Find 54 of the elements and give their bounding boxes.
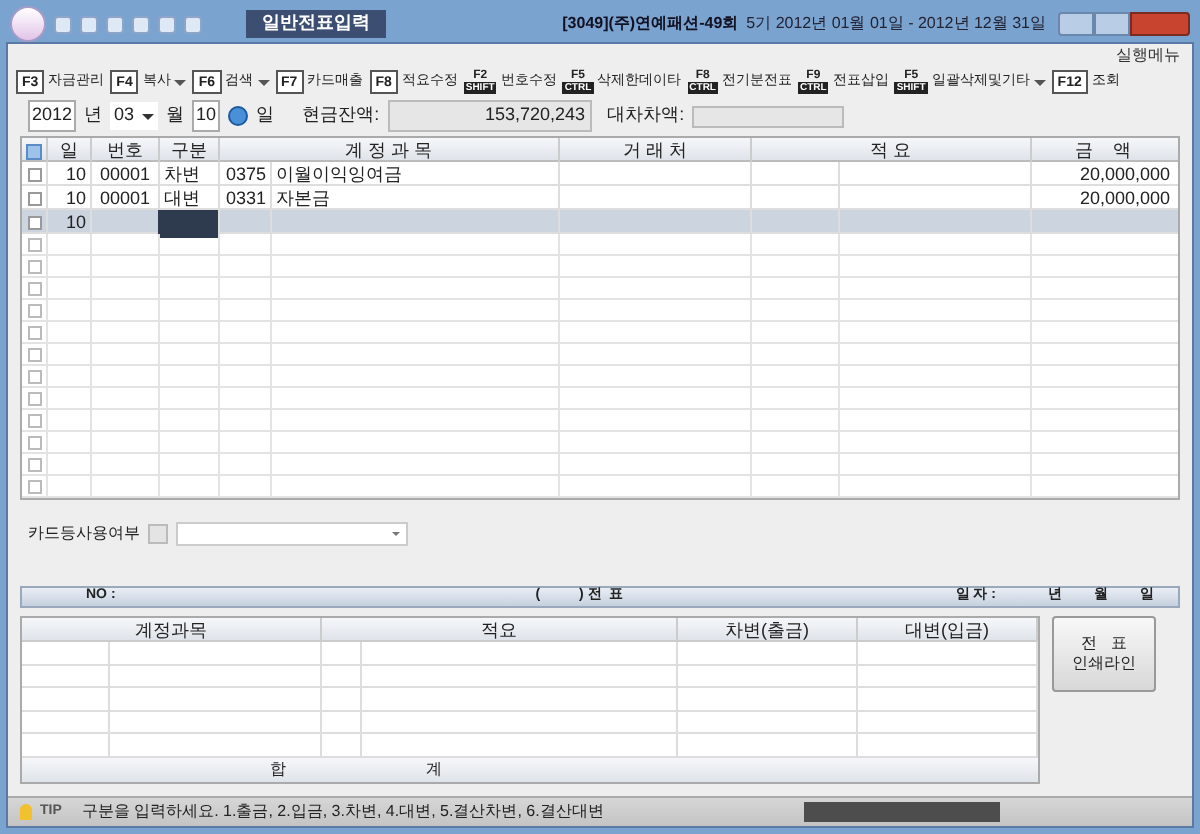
row-checkbox[interactable]	[27, 216, 41, 231]
row-checkbox[interactable]	[27, 435, 41, 449]
row-checkbox[interactable]	[27, 192, 41, 207]
row-checkbox[interactable]	[27, 281, 41, 295]
column-header: 차변(출금)	[678, 618, 858, 645]
card-usage-label: 카드등사용여부	[28, 522, 140, 546]
total-label: 합	[270, 757, 286, 782]
year-field[interactable]: 2012	[28, 100, 77, 132]
column-header: 계정과목	[22, 618, 322, 645]
table-row[interactable]: 10 00001 대변 0331 자본금 20,000,000	[22, 186, 1178, 210]
menu-link[interactable]: 실행메뉴	[1116, 43, 1180, 67]
row-checkbox[interactable]	[27, 479, 41, 493]
column-header: 대변(입금)	[858, 618, 1038, 645]
table-row[interactable]: 10 00001 차변 0375 이월이익잉여금 20,000,000	[22, 162, 1178, 186]
table-row[interactable]: 10	[22, 210, 1178, 234]
calendar-icon[interactable]	[228, 106, 249, 126]
select-all-checkbox[interactable]	[26, 143, 42, 160]
status-message: 구분을 입력하세요. 1.출금, 2.입금, 3.차변, 4.대변, 5.결산차변, 6.결산대변	[81, 800, 604, 824]
day-field[interactable]: 10	[192, 100, 221, 132]
month-label: 월	[166, 102, 185, 129]
month-select[interactable]: 03	[110, 102, 159, 130]
balance-difference-label: 대차차액:	[607, 102, 685, 129]
row-checkbox[interactable]	[27, 347, 41, 361]
lightbulb-icon	[20, 804, 32, 820]
day-label: 일	[256, 102, 275, 129]
column-header: 적요	[322, 618, 678, 645]
row-checkbox[interactable]	[27, 369, 41, 383]
row-checkbox[interactable]	[27, 413, 41, 427]
year-label: 년	[84, 102, 103, 129]
row-checkbox[interactable]	[27, 457, 41, 471]
print-slip-button[interactable]: 전 표 인쇄라인	[1052, 616, 1156, 692]
card-usage-select[interactable]	[176, 522, 408, 546]
minimize-button[interactable]	[1058, 12, 1094, 36]
table-cell: 10	[46, 210, 90, 237]
row-checkbox[interactable]	[27, 391, 41, 405]
dropdown-caret-icon	[1033, 79, 1046, 85]
row-checkbox[interactable]	[27, 325, 41, 339]
active-cell[interactable]	[158, 210, 218, 237]
cash-balance-label: 현금잔액:	[302, 102, 380, 129]
card-usage-checkbox[interactable]	[148, 524, 168, 544]
dropdown-caret-icon	[257, 79, 270, 85]
company-title: [3049](주)연예패션-49회	[562, 12, 739, 36]
row-checkbox[interactable]	[27, 237, 41, 251]
app-logo-icon	[10, 6, 46, 42]
total-label: 계	[426, 757, 442, 782]
row-checkbox[interactable]	[27, 259, 41, 273]
maximize-button[interactable]	[1094, 12, 1130, 36]
row-checkbox[interactable]	[27, 168, 41, 183]
period-title: 5기 2012년 01월 01일 - 2012년 12월 31일	[746, 12, 1046, 36]
row-checkbox[interactable]	[27, 303, 41, 317]
cash-balance-field: 153,720,243	[387, 100, 592, 132]
document-title: 일반전표입력	[246, 10, 386, 38]
close-button[interactable]	[1130, 12, 1190, 36]
dropdown-caret-icon	[174, 79, 187, 85]
